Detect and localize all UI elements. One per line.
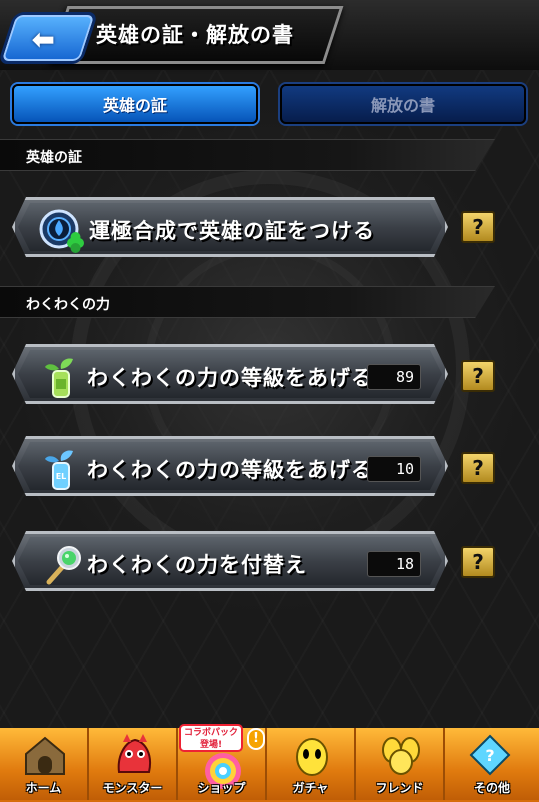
collab-pack-badge: コラボパック 登場! xyxy=(179,724,243,752)
menu-label: わくわくの力の等級をあげる xyxy=(87,458,373,482)
badge-line-1: コラボパック xyxy=(183,728,238,738)
menu-button-raise-grade-el[interactable]: EL わくわくの力の等級をあげる 10 xyxy=(12,436,448,496)
menu-label: わくわくの力を付替え xyxy=(87,553,307,577)
badge-line-2: 登場! xyxy=(199,740,223,750)
menu-label: わくわくの力の等級をあげる xyxy=(87,366,373,390)
help-button[interactable]: ? xyxy=(461,452,495,484)
section-header-hero-badge: 英雄の証 xyxy=(0,139,495,171)
friends-icon xyxy=(382,737,420,775)
header-bar: 英雄の証・解放の書 ⬅ xyxy=(0,0,539,70)
monster-icon xyxy=(117,734,151,773)
nav-friends[interactable]: フレンド xyxy=(356,728,445,800)
nav-monster[interactable]: モンスター xyxy=(89,728,178,800)
green-orb-wand-icon xyxy=(39,542,85,588)
nav-label: モンスター xyxy=(102,781,163,795)
nav-label: ホーム xyxy=(25,781,62,795)
nav-other[interactable]: ? その他 xyxy=(445,728,539,800)
item-count: 10 xyxy=(367,456,421,482)
nav-gacha[interactable]: ガチャ xyxy=(267,728,356,800)
hero-badge-clover-icon xyxy=(39,208,85,254)
home-icon xyxy=(25,736,65,775)
green-sprout-bottle-icon xyxy=(39,355,85,401)
item-count: 18 xyxy=(367,551,421,577)
back-button[interactable]: ⬅ xyxy=(0,12,99,64)
nav-label: ショップ xyxy=(197,781,246,795)
menu-button-reassign-power[interactable]: わくわくの力を付替え 18 xyxy=(12,531,448,591)
section-label: わくわくの力 xyxy=(26,297,110,313)
nav-label: ガチャ xyxy=(292,781,329,795)
menu-button-raise-grade-green[interactable]: わくわくの力の等級をあげる 89 xyxy=(12,344,448,404)
svg-text:?: ? xyxy=(485,746,494,765)
svg-text:EL: EL xyxy=(56,472,67,481)
item-count: 89 xyxy=(367,364,421,390)
page-title: 英雄の証・解放の書 xyxy=(96,23,294,47)
menu-button-attach-hero-badge[interactable]: 運極合成で英雄の証をつける xyxy=(12,197,448,257)
alert-icon: ! xyxy=(247,728,265,750)
nav-label: フレンド xyxy=(375,781,424,795)
nav-home[interactable]: ホーム xyxy=(0,728,89,800)
section-header-waku-power: わくわくの力 xyxy=(0,286,495,318)
help-button[interactable]: ? xyxy=(461,211,495,243)
help-button[interactable]: ? xyxy=(461,360,495,392)
el-blue-sprout-bottle-icon: EL xyxy=(39,447,85,493)
gacha-egg-icon xyxy=(296,738,328,776)
other-menu-icon: ? xyxy=(469,734,511,776)
tab-hero-badge[interactable]: 英雄の証 xyxy=(12,84,258,124)
section-label: 英雄の証 xyxy=(26,150,82,166)
menu-label: 運極合成で英雄の証をつける xyxy=(89,219,375,243)
nav-label: その他 xyxy=(473,781,510,795)
tab-release-book[interactable]: 解放の書 xyxy=(280,84,526,124)
back-arrow-icon: ⬅ xyxy=(31,23,55,56)
help-button[interactable]: ? xyxy=(461,546,495,578)
